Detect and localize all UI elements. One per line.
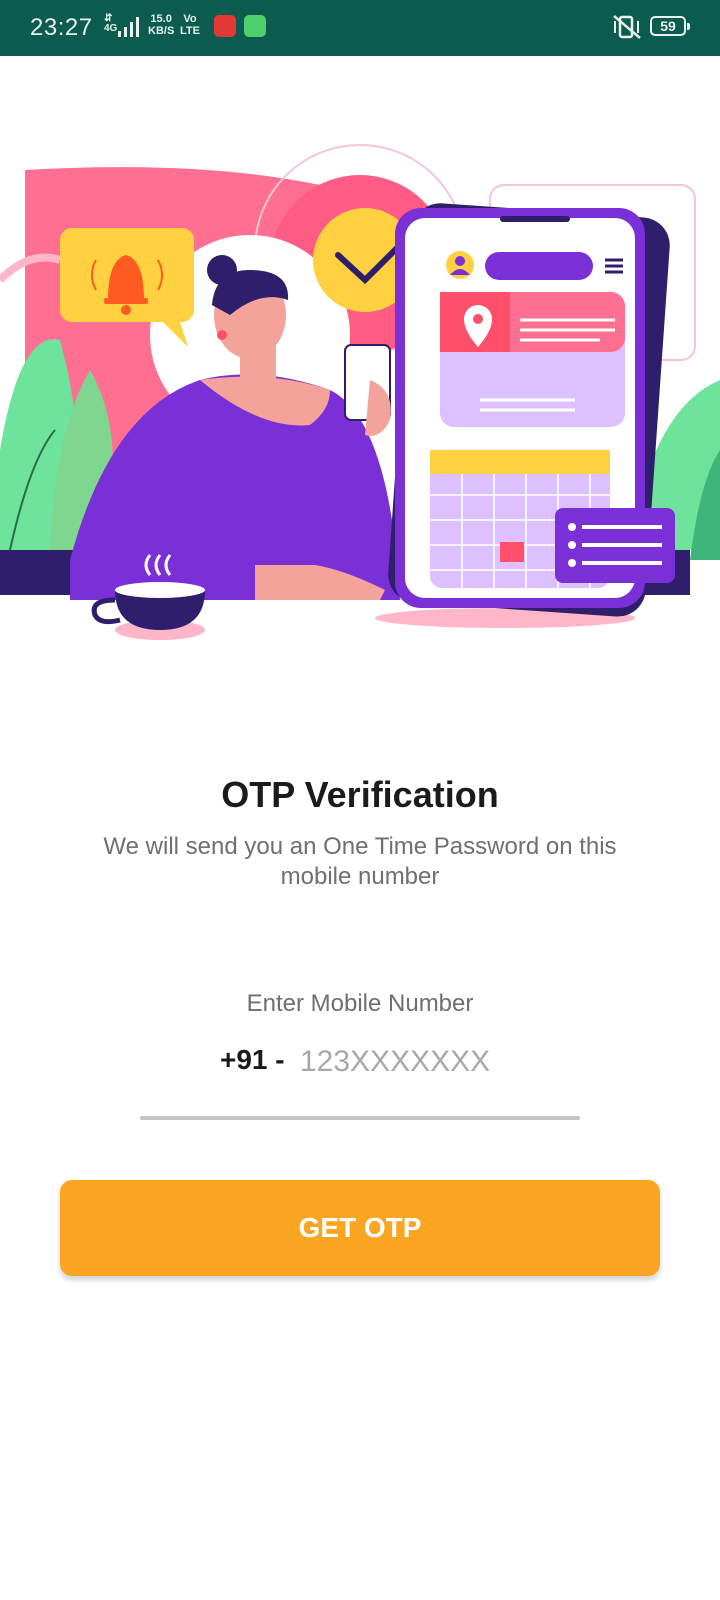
app-notification-icon — [244, 15, 266, 37]
otp-illustration — [0, 144, 720, 640]
volte-indicator: Vo LTE — [180, 13, 200, 37]
page-title: OTP Verification — [221, 774, 499, 815]
country-code: +91 - — [220, 1044, 285, 1075]
get-otp-button[interactable]: GET OTP — [60, 1180, 660, 1276]
signal-icon — [118, 17, 139, 37]
status-time: 23:27 — [30, 14, 93, 41]
app-notification-icon — [214, 15, 236, 37]
network-type: ⇵ 4G — [104, 13, 118, 34]
input-underline — [140, 1116, 580, 1120]
status-bar: 23:27 ⇵ 4G 15.0 KB/S Vo LTE 59 — [0, 0, 720, 56]
page-subtitle: We will send you an One Time Password on… — [103, 833, 617, 890]
network-speed: 15.0 KB/S — [148, 13, 175, 37]
battery-icon: 59 — [650, 16, 690, 36]
mobile-number-field: +91 - — [140, 1040, 580, 1120]
mobile-number-label: Enter Mobile Number — [246, 990, 474, 1017]
vibrate-icon — [613, 15, 641, 39]
mobile-number-input[interactable] — [300, 1040, 550, 1084]
